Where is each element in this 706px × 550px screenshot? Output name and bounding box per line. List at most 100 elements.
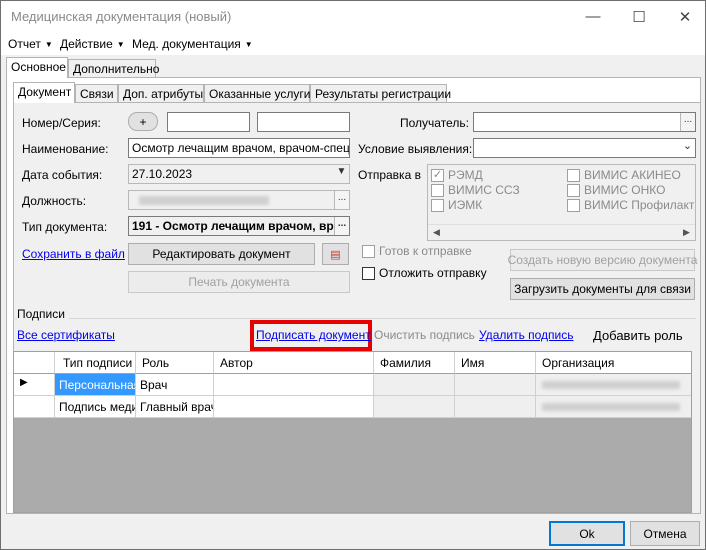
event-date-value: 27.10.2023 bbox=[132, 167, 193, 181]
send-targets-list: ✓ РЭМД ВИМИС ССЗ ИЭМК ВИМИС АКИНЕО ВИМИС… bbox=[427, 164, 696, 241]
number-field[interactable] bbox=[167, 112, 250, 132]
cell-signature-type[interactable]: Персональная bbox=[55, 374, 136, 396]
delete-signature-link[interactable]: Удалить подпись bbox=[479, 328, 574, 342]
send-target-vimis-onko[interactable]: ВИМИС ОНКО bbox=[567, 183, 665, 197]
menu-action[interactable]: Действие ▼ bbox=[60, 37, 125, 51]
current-row-icon: ▶ bbox=[20, 377, 28, 388]
column-header-signature-type[interactable]: Тип подписи bbox=[55, 352, 136, 374]
window-title: Медицинская документация (новый) bbox=[11, 9, 232, 24]
tab-links[interactable]: Связи bbox=[75, 84, 118, 103]
ellipsis-icon[interactable]: ... bbox=[334, 217, 349, 235]
tab-extra-attributes[interactable]: Доп. атрибуты bbox=[118, 84, 204, 103]
ready-to-send-checkbox[interactable]: Готов к отправке bbox=[362, 244, 472, 258]
tab-services[interactable]: Оказанные услуги bbox=[204, 84, 310, 103]
ok-button[interactable]: Ok bbox=[549, 521, 625, 546]
column-header-last-name[interactable]: Фамилия bbox=[374, 352, 455, 374]
send-target-vimis-akineo[interactable]: ВИМИС АКИНЕО bbox=[567, 168, 681, 182]
cell-author[interactable] bbox=[214, 396, 374, 418]
tab-main[interactable]: Основное bbox=[6, 57, 68, 78]
scroll-left-icon[interactable]: ◀ bbox=[428, 224, 445, 241]
all-certificates-link[interactable]: Все сертификаты bbox=[17, 328, 115, 342]
cell-last-name[interactable] bbox=[374, 396, 455, 418]
sign-document-link[interactable]: Подписать документ bbox=[256, 328, 371, 342]
scroll-right-icon[interactable]: ▶ bbox=[678, 224, 695, 241]
series-field[interactable] bbox=[257, 112, 350, 132]
cancel-button[interactable]: Отмена bbox=[630, 521, 700, 546]
column-header-organization[interactable]: Организация bbox=[536, 352, 691, 374]
name-field[interactable]: Осмотр лечащим врачом, врачом-специалист… bbox=[128, 138, 350, 158]
tab-registration-results[interactable]: Результаты регистрации bbox=[310, 84, 451, 103]
cell-organization[interactable] bbox=[536, 374, 691, 396]
add-number-button[interactable]: + bbox=[128, 112, 158, 131]
title-bar: Медицинская документация (новый) — ☐ ✕ bbox=[1, 1, 705, 32]
column-header-author[interactable]: Автор bbox=[214, 352, 374, 374]
menu-bar: Отчет ▼ Действие ▼ Мед. документация ▼ bbox=[1, 32, 705, 55]
position-field[interactable]: ... bbox=[128, 190, 350, 210]
checkbox[interactable] bbox=[567, 198, 580, 212]
minimize-icon: — bbox=[585, 8, 601, 25]
cell-organization[interactable] bbox=[536, 396, 691, 418]
detection-condition-label: Условие выявления: bbox=[358, 142, 473, 156]
cell-signature-type[interactable]: Подпись медицинской организации bbox=[55, 396, 136, 418]
horizontal-scrollbar[interactable]: ◀ ▶ bbox=[428, 224, 695, 240]
minimize-button[interactable]: — bbox=[570, 1, 616, 32]
dialog-window: Медицинская документация (новый) — ☐ ✕ О… bbox=[0, 0, 706, 550]
tab-additional[interactable]: Дополнительно bbox=[68, 59, 159, 78]
cell-last-name[interactable] bbox=[374, 374, 455, 396]
pdf-file-icon: ▤ bbox=[330, 248, 341, 261]
edit-document-button[interactable]: Редактировать документ bbox=[128, 243, 315, 265]
maximize-icon: ☐ bbox=[632, 8, 646, 26]
menu-med-documentation[interactable]: Мед. документация ▼ bbox=[132, 37, 253, 51]
send-to-label: Отправка в bbox=[358, 168, 421, 182]
checkbox[interactable] bbox=[431, 183, 444, 197]
postpone-send-checkbox[interactable]: Отложить отправку bbox=[362, 266, 487, 280]
checkbox[interactable] bbox=[567, 168, 580, 182]
clear-signature-link[interactable]: Очистить подпись bbox=[374, 328, 475, 342]
column-header-first-name[interactable]: Имя bbox=[455, 352, 536, 374]
close-button[interactable]: ✕ bbox=[662, 1, 705, 32]
name-label: Наименование: bbox=[22, 142, 109, 156]
event-date-field[interactable]: 27.10.2023 ▼ bbox=[128, 164, 350, 184]
maximize-button[interactable]: ☐ bbox=[616, 1, 662, 32]
cell-author[interactable] bbox=[214, 374, 374, 396]
calendar-dropdown-icon[interactable]: ▼ bbox=[334, 165, 349, 183]
send-target-iemk[interactable]: ИЭМК bbox=[431, 198, 482, 212]
checkbox[interactable] bbox=[431, 198, 444, 212]
column-header-role[interactable]: Роль bbox=[136, 352, 214, 374]
redacted-organization bbox=[542, 403, 680, 411]
send-target-remd[interactable]: ✓ РЭМД bbox=[431, 168, 483, 182]
doctype-field[interactable]: 191 - Осмотр лечащим врачом, врачом-спец… bbox=[128, 216, 350, 236]
cell-first-name[interactable] bbox=[455, 374, 536, 396]
cell-role[interactable]: Врач bbox=[136, 374, 214, 396]
print-document-button[interactable]: Печать документа bbox=[128, 271, 350, 293]
checkbox[interactable] bbox=[362, 266, 375, 280]
recipient-field[interactable]: ... bbox=[473, 112, 696, 132]
detection-condition-select[interactable]: ⌄ bbox=[473, 138, 696, 158]
row-selector[interactable]: ▶ bbox=[14, 374, 55, 396]
row-selector[interactable] bbox=[14, 396, 55, 418]
cell-first-name[interactable] bbox=[455, 396, 536, 418]
caret-down-icon: ▼ bbox=[44, 40, 53, 49]
cell-role[interactable]: Главный врач bbox=[136, 396, 214, 418]
ellipsis-icon[interactable]: ... bbox=[334, 191, 349, 209]
add-role-button[interactable]: Добавить роль bbox=[593, 328, 683, 343]
menu-report[interactable]: Отчет ▼ bbox=[8, 37, 53, 51]
load-documents-button[interactable]: Загрузить документы для связи bbox=[510, 278, 695, 300]
ellipsis-icon[interactable]: ... bbox=[680, 113, 695, 131]
event-date-label: Дата события: bbox=[22, 168, 103, 182]
redacted-position bbox=[139, 196, 269, 205]
checkbox[interactable] bbox=[362, 244, 375, 258]
signatures-divider bbox=[13, 318, 696, 319]
create-new-version-button[interactable]: Создать новую версию документа bbox=[508, 249, 697, 271]
signatures-group-label: Подписи bbox=[17, 307, 69, 321]
pdf-file-button[interactable]: ▤ bbox=[322, 243, 349, 265]
save-to-file-link[interactable]: Сохранить в файл bbox=[22, 247, 125, 261]
doctype-label: Тип документа: bbox=[22, 220, 108, 234]
checkbox[interactable] bbox=[567, 183, 580, 197]
send-target-vimis-ssz[interactable]: ВИМИС ССЗ bbox=[431, 183, 520, 197]
send-target-vimis-prophylaxis[interactable]: ВИМИС Профилактика bbox=[567, 198, 695, 212]
row-header-column bbox=[14, 352, 55, 374]
recipient-label: Получатель: bbox=[400, 116, 469, 130]
checkbox-checked-icon[interactable]: ✓ bbox=[431, 168, 444, 182]
tab-document[interactable]: Документ bbox=[13, 82, 75, 103]
